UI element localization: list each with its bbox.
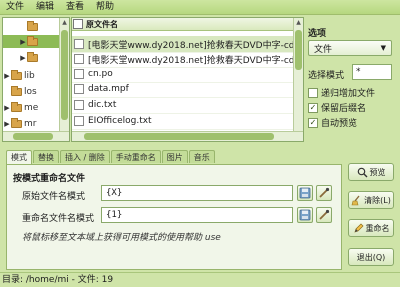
scroll-thumb[interactable] (13, 133, 53, 140)
file-checkbox[interactable] (74, 54, 84, 64)
rename-edit-button[interactable] (316, 207, 332, 223)
menubar: 文件 编辑 查看 帮助 (0, 0, 400, 15)
file-checkbox[interactable] (74, 84, 84, 94)
file-list-horizontal-scrollbar[interactable] (72, 131, 303, 141)
rename-pattern-label: 重命名文件名模式 (22, 214, 95, 224)
original-pattern-label: 原始文件名模式 (22, 192, 86, 202)
menu-file[interactable]: 文件 (0, 0, 30, 15)
clear-button[interactable]: 清除(L) (348, 191, 394, 209)
broom-icon (351, 195, 360, 205)
directory-tree[interactable]: ▶ ▶ ▶ lib los ▶ me ▶ mr ▲ (2, 17, 70, 142)
rename-pattern-input[interactable]: {1} (101, 207, 293, 223)
folder-icon (11, 69, 22, 80)
folder-icon (11, 85, 22, 96)
file-list[interactable]: 原文件名 [电影天堂www.dy2018.net]抢救春天DVD中字-cd1.r… (71, 17, 304, 142)
column-original-name[interactable]: 原文件名 (86, 19, 118, 30)
preview-button[interactable]: 预览 (348, 163, 394, 181)
brush-icon (319, 209, 330, 220)
file-row[interactable]: dic.txt (72, 97, 295, 114)
file-list-header: 原文件名 (72, 18, 295, 31)
tab-images[interactable]: 图片 (161, 150, 188, 163)
expand-arrow-icon[interactable]: ▶ (3, 104, 11, 112)
auto-preview-checkbox[interactable]: ✓ (308, 117, 318, 128)
tree-item[interactable] (3, 20, 60, 33)
exit-button[interactable]: 退出(Q) (348, 248, 394, 266)
pencil-icon (353, 223, 363, 233)
chevron-down-icon: ▼ (380, 44, 386, 52)
keep-extension-option[interactable]: ✓ 保留后缀名 (308, 101, 366, 114)
tab-manual-rename[interactable]: 手动重命名 (110, 150, 161, 163)
scroll-up-icon[interactable]: ▲ (294, 18, 303, 27)
scroll-up-icon[interactable]: ▲ (60, 18, 69, 27)
status-bar: 目录: /home/mi - 文件: 19 (0, 272, 400, 287)
tree-item[interactable]: ▶ (3, 35, 60, 48)
file-checkbox[interactable] (74, 39, 84, 49)
scroll-thumb[interactable] (84, 133, 274, 140)
rename-help-button[interactable] (297, 207, 313, 223)
auto-preview-option[interactable]: ✓ 自动预览 (308, 116, 357, 129)
menu-view[interactable]: 查看 (60, 0, 90, 15)
recursive-checkbox[interactable] (308, 87, 318, 98)
pattern-help-button[interactable] (297, 185, 313, 201)
combo-value: 文件 (314, 44, 333, 55)
menu-help[interactable]: 帮助 (90, 0, 120, 15)
folder-icon (11, 101, 22, 112)
file-checkbox[interactable] (74, 69, 84, 79)
folder-icon (27, 51, 38, 62)
file-checkbox[interactable] (74, 116, 84, 126)
file-list-vertical-scrollbar[interactable]: ▲ (293, 18, 303, 141)
file-checkbox[interactable] (74, 100, 84, 110)
tree-horizontal-scrollbar[interactable] (3, 131, 69, 141)
expand-arrow-icon[interactable]: ▶ (3, 72, 11, 80)
original-pattern-input[interactable]: {X} (101, 185, 293, 201)
tab-pattern[interactable]: 模式 (6, 150, 32, 164)
tree-item[interactable]: ▶ lib (3, 69, 60, 82)
tab-bar: 模式 替换 插入 / 删除 手动重命名 图片 音乐 (6, 150, 216, 164)
tree-item[interactable]: ▶ (3, 51, 60, 64)
tab-replace[interactable]: 替换 (33, 150, 59, 163)
tree-item[interactable]: los (3, 85, 60, 98)
options-title: 选项 (308, 29, 327, 39)
expand-arrow-icon[interactable]: ▶ (19, 54, 27, 62)
save-icon (299, 187, 311, 199)
select-all-checkbox[interactable] (73, 19, 83, 29)
scroll-thumb[interactable] (295, 30, 302, 70)
tree-vertical-scrollbar[interactable]: ▲ (59, 18, 69, 141)
pattern-edit-button[interactable] (316, 185, 332, 201)
scroll-thumb[interactable] (61, 30, 68, 120)
select-mode-label: 选择模式 (308, 71, 345, 81)
search-icon (357, 167, 367, 177)
menu-edit[interactable]: 编辑 (30, 0, 60, 15)
save-icon (299, 209, 311, 221)
file-row[interactable]: EIOfficelog.txt (72, 113, 295, 130)
tree-item[interactable]: ▶ me (3, 101, 60, 114)
brush-icon (319, 187, 330, 198)
select-mode-input[interactable]: * (352, 64, 392, 80)
folder-icon (11, 117, 22, 128)
expand-arrow-icon[interactable]: ▶ (3, 120, 11, 128)
usage-hint: 将鼠标移至文本域上获得可用模式的使用帮助 use (22, 233, 221, 243)
tab-music[interactable]: 音乐 (188, 150, 215, 163)
type-combobox[interactable]: 文件 ▼ (308, 40, 392, 56)
tree-item[interactable]: ▶ mr (3, 117, 60, 130)
expand-arrow-icon[interactable]: ▶ (19, 38, 27, 46)
file-row[interactable]: data.mpf (72, 81, 295, 98)
folder-icon (27, 20, 38, 31)
recursive-option[interactable]: 递归增加文件 (308, 86, 375, 99)
folder-icon (27, 35, 38, 46)
section-title: 按模式重命名文件 (13, 174, 86, 184)
rename-button[interactable]: 重命名 (348, 219, 394, 237)
keep-extension-checkbox[interactable]: ✓ (308, 102, 318, 113)
tab-insert-delete[interactable]: 插入 / 删除 (60, 150, 110, 163)
